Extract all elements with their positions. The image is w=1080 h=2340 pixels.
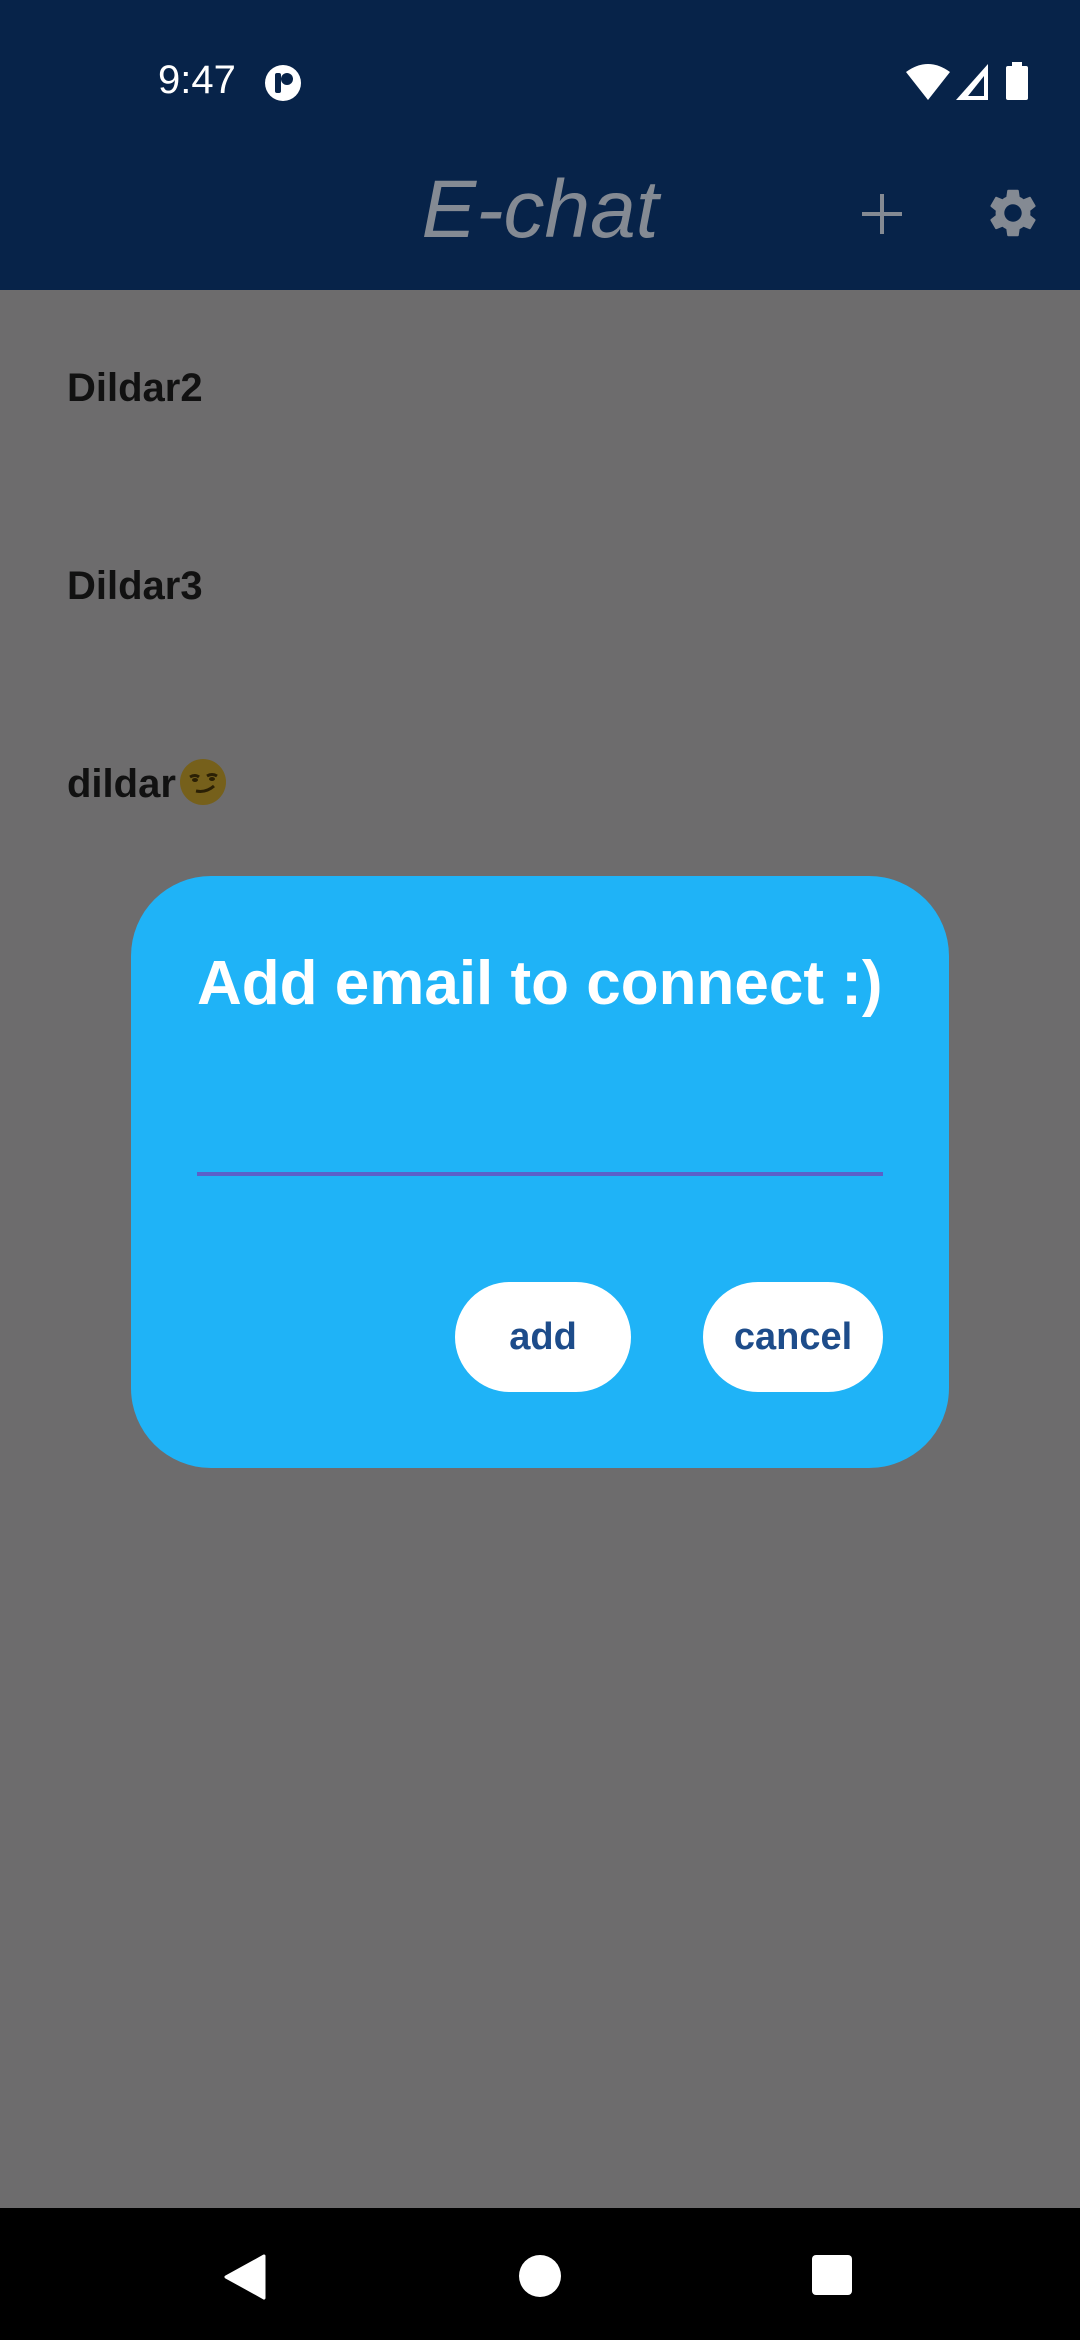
wifi-icon [906,64,950,100]
smirking-face-icon [179,759,226,806]
gear-icon[interactable] [984,184,1042,242]
chat-item[interactable]: Dildar2 [0,363,1080,483]
chat-item[interactable]: dildar [0,759,1080,879]
chat-name-text: dildar [67,762,176,806]
status-time: 9:47 [158,58,236,102]
app-title: E-chat [421,164,659,255]
home-icon[interactable] [518,2254,562,2298]
chat-name: Dildar2 [67,366,203,410]
notification-icon [265,65,301,101]
chat-name: dildar [67,759,228,811]
cancel-button[interactable]: cancel [703,1282,883,1392]
status-bar: 9:47 [0,0,1080,160]
battery-icon [1006,62,1028,100]
navigation-bar [0,2208,1080,2340]
recents-icon[interactable] [811,2254,853,2296]
back-icon[interactable] [222,2254,268,2300]
app-bar: E-chat [0,160,1080,290]
add-email-dialog: Add email to connect :) add cancel [131,876,949,1468]
add-button[interactable]: add [455,1282,631,1392]
chat-item[interactable]: Dildar3 [0,561,1080,681]
dialog-title: Add email to connect :) [197,949,883,1018]
chat-name: Dildar3 [67,564,203,608]
signal-icon [956,64,988,100]
email-input[interactable] [197,1076,883,1176]
add-icon[interactable] [856,188,908,240]
